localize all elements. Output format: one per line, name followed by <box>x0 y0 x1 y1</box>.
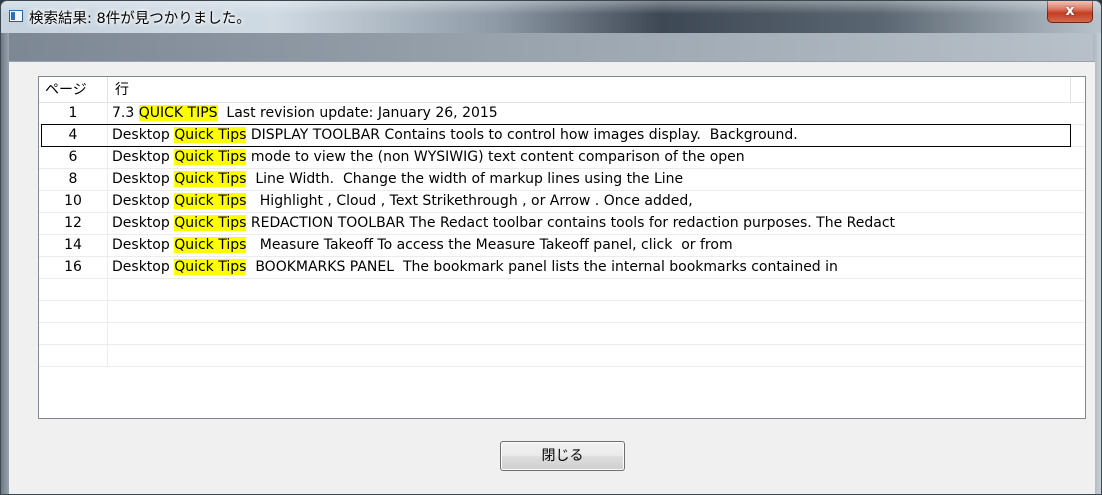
dialog-body: ページ 行 1 7.3 QUICK TIPS Last revision upda… <box>9 61 1095 494</box>
table-row[interactable]: 10 Desktop Quick Tips Highlight , Cloud ,… <box>39 191 1085 213</box>
row-page-number: 12 <box>39 213 108 234</box>
window-close-button[interactable]: x <box>1047 1 1093 23</box>
table-row[interactable]: 12 Desktop Quick Tips REDACTION TOOLBAR T… <box>39 213 1085 235</box>
window-frame <box>1 33 1101 61</box>
results-list[interactable]: ページ 行 1 7.3 QUICK TIPS Last revision upda… <box>38 76 1086 419</box>
empty-cell <box>39 301 108 322</box>
line-text-after: Last revision update: January 26, 2015 <box>217 105 498 121</box>
empty-cell <box>39 279 108 300</box>
table-row[interactable]: 4 Desktop Quick Tips DISPLAY TOOLBAR Cont… <box>39 124 1085 147</box>
row-line-text: Desktop Quick Tips DISPLAY TOOLBAR Conta… <box>109 125 1085 146</box>
window-icon <box>9 10 23 22</box>
search-match-highlight: Quick Tips <box>174 237 247 253</box>
table-row[interactable]: 8 Desktop Quick Tips Line Width. Change t… <box>39 169 1085 191</box>
line-text-after: Measure Takeoff To access the Measure Ta… <box>246 237 733 253</box>
row-page-number: 6 <box>39 147 108 168</box>
empty-cell <box>39 345 108 366</box>
search-match-highlight: Quick Tips <box>174 215 247 231</box>
close-button[interactable]: 閉じる <box>500 441 625 471</box>
row-line-text: Desktop Quick Tips Measure Takeoff To ac… <box>109 235 1085 256</box>
table-row[interactable]: 16 Desktop Quick Tips BOOKMARKS PANEL The… <box>39 257 1085 279</box>
table-row[interactable]: 14 Desktop Quick Tips Measure Takeoff To … <box>39 235 1085 257</box>
row-line-text: 7.3 QUICK TIPS Last revision update: Jan… <box>109 103 1085 124</box>
line-text-before: Desktop <box>112 193 175 209</box>
row-line-text: Desktop Quick Tips REDACTION TOOLBAR The… <box>109 213 1085 234</box>
row-line-text: Desktop Quick Tips Highlight , Cloud , T… <box>109 191 1085 212</box>
row-line-text: Desktop Quick Tips Line Width. Change th… <box>109 169 1085 190</box>
row-page-number: 8 <box>39 169 108 190</box>
row-line-text: Desktop Quick Tips mode to view the (non… <box>109 147 1085 168</box>
row-page-number: 4 <box>39 125 108 146</box>
line-text-after: Highlight , Cloud , Text Strikethrough ,… <box>246 193 693 209</box>
search-match-highlight: Quick Tips <box>174 259 247 275</box>
line-text-after: DISPLAY TOOLBAR Contains tools to contro… <box>246 127 798 143</box>
empty-row <box>39 323 1085 345</box>
search-match-highlight: Quick Tips <box>174 149 247 165</box>
title-bar[interactable]: 検索結果: 8件が見つかりました。 x <box>1 1 1101 33</box>
row-page-number: 1 <box>39 103 108 124</box>
empty-row <box>39 345 1085 367</box>
line-text-after: BOOKMARKS PANEL The bookmark panel lists… <box>246 259 838 275</box>
column-header-line[interactable]: 行 <box>109 77 1071 102</box>
search-match-highlight: Quick Tips <box>174 127 247 143</box>
empty-row <box>39 279 1085 301</box>
search-results-dialog: 検索結果: 8件が見つかりました。 x ページ 行 1 7.3 QUICK TIP… <box>0 0 1102 495</box>
column-header-page[interactable]: ページ <box>39 77 108 102</box>
table-row[interactable]: 1 7.3 QUICK TIPS Last revision update: Ja… <box>39 103 1085 125</box>
line-text-before: Desktop <box>112 171 175 187</box>
line-text-before: Desktop <box>112 127 175 143</box>
row-line-text: Desktop Quick Tips BOOKMARKS PANEL The b… <box>109 257 1085 278</box>
line-text-before: Desktop <box>112 149 175 165</box>
line-text-after: REDACTION TOOLBAR The Redact toolbar con… <box>246 215 896 231</box>
line-text-before: 7.3 <box>112 105 139 121</box>
row-page-number: 14 <box>39 235 108 256</box>
list-header: ページ 行 <box>39 77 1085 103</box>
list-rows: 1 7.3 QUICK TIPS Last revision update: Ja… <box>39 103 1085 367</box>
window-frame-left <box>1 33 9 494</box>
line-text-after: mode to view the (non WYSIWIG) text cont… <box>246 149 745 165</box>
line-text-before: Desktop <box>112 237 175 253</box>
line-text-before: Desktop <box>112 215 175 231</box>
search-match-highlight: QUICK TIPS <box>138 105 218 121</box>
row-page-number: 10 <box>39 191 108 212</box>
line-text-before: Desktop <box>112 259 175 275</box>
line-text-after: Line Width. Change the width of markup l… <box>246 171 684 187</box>
window-title: 検索結果: 8件が見つかりました。 <box>29 11 251 27</box>
row-page-number: 16 <box>39 257 108 278</box>
search-match-highlight: Quick Tips <box>174 193 247 209</box>
empty-cell <box>39 323 108 344</box>
empty-row <box>39 301 1085 323</box>
table-row[interactable]: 6 Desktop Quick Tips mode to view the (no… <box>39 147 1085 169</box>
search-match-highlight: Quick Tips <box>174 171 247 187</box>
